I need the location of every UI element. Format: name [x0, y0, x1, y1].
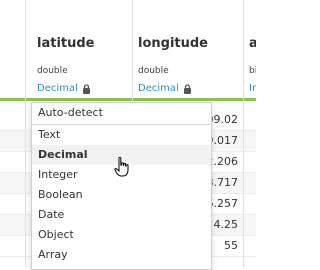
- cell-value: 4.25: [213, 218, 239, 231]
- type-selector[interactable]: Decimal: [37, 83, 91, 94]
- column-header-latitude[interactable]: latitude double Decimal: [31, 0, 132, 98]
- type-selector-label: Decimal: [37, 83, 78, 94]
- column-header-longitude[interactable]: longitude double Decimal: [132, 0, 243, 98]
- column-name: latitude: [37, 36, 95, 51]
- dropdown-item-object[interactable]: Object: [32, 225, 211, 245]
- column-header-row: latitude double Decimal longitude double…: [0, 0, 256, 99]
- hand-pointer-icon: [114, 157, 129, 177]
- type-dropdown-menu: Auto-detect Text Decimal Integer Boolean…: [31, 102, 212, 270]
- lock-icon: [183, 83, 191, 94]
- cell-value: 55: [224, 239, 238, 252]
- column-type: bi: [249, 66, 256, 76]
- type-selector-label: Ir: [249, 83, 256, 94]
- column-name: a: [249, 36, 256, 51]
- dropdown-item-date[interactable]: Date: [32, 205, 211, 225]
- dropdown-item-boolean[interactable]: Boolean: [32, 185, 211, 205]
- column-type: double: [138, 66, 169, 76]
- column-name: longitude: [138, 36, 208, 51]
- column-divider: [25, 0, 26, 268]
- type-selector-label: Decimal: [138, 83, 179, 94]
- dropdown-item-text[interactable]: Text: [32, 125, 211, 145]
- type-selector[interactable]: Ir: [249, 83, 256, 94]
- column-header-partial[interactable]: a bi Ir: [243, 0, 256, 98]
- dropdown-item-array[interactable]: Array: [32, 245, 211, 265]
- column-type: double: [37, 66, 68, 76]
- dropdown-item-auto-detect[interactable]: Auto-detect: [32, 103, 211, 123]
- column-divider: [243, 0, 244, 268]
- type-selector[interactable]: Decimal: [138, 83, 192, 94]
- column-status-bar: [0, 98, 256, 101]
- lock-icon: [82, 83, 90, 94]
